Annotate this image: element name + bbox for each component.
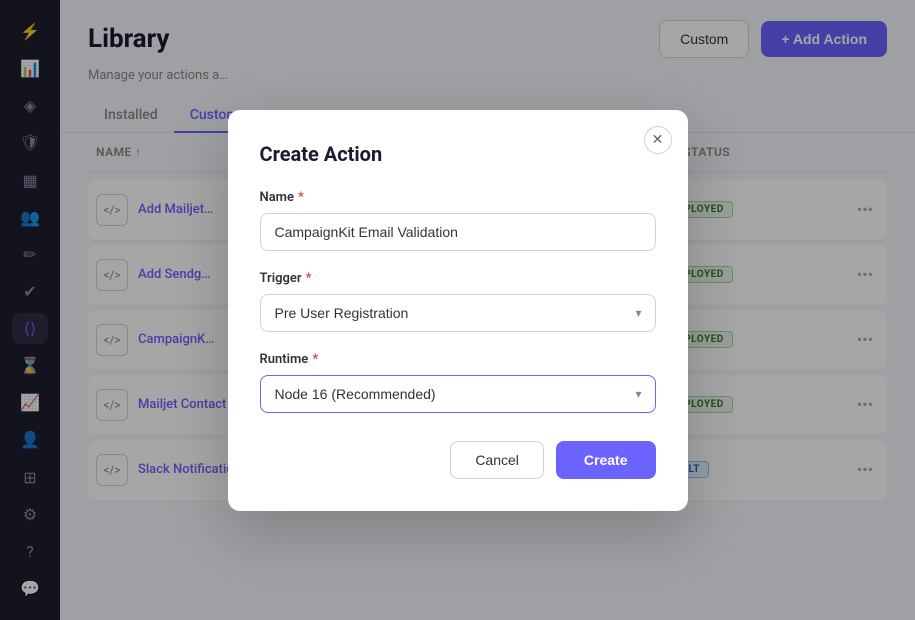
runtime-form-group: Runtime * Node 16 (Recommended) Node 12 …: [260, 352, 656, 413]
create-action-modal: Create Action ✕ Name * Trigger * Pre Use…: [228, 110, 688, 511]
modal-title: Create Action: [260, 142, 656, 166]
required-indicator: *: [306, 271, 312, 286]
name-label: Name *: [260, 190, 656, 205]
runtime-label: Runtime *: [260, 352, 656, 367]
required-indicator: *: [298, 190, 304, 205]
modal-close-button[interactable]: ✕: [644, 126, 672, 154]
runtime-select-wrapper: Node 16 (Recommended) Node 12 Node 18 ▾: [260, 375, 656, 413]
create-button[interactable]: Create: [556, 441, 656, 479]
trigger-select-wrapper: Pre User Registration Post User Registra…: [260, 294, 656, 332]
trigger-select[interactable]: Pre User Registration Post User Registra…: [260, 294, 656, 332]
cancel-button[interactable]: Cancel: [450, 441, 544, 479]
modal-actions: Cancel Create: [260, 441, 656, 479]
name-form-group: Name *: [260, 190, 656, 251]
trigger-form-group: Trigger * Pre User Registration Post Use…: [260, 271, 656, 332]
name-input[interactable]: [260, 213, 656, 251]
runtime-select[interactable]: Node 16 (Recommended) Node 12 Node 18: [260, 375, 656, 413]
trigger-label: Trigger *: [260, 271, 656, 286]
required-indicator: *: [312, 352, 318, 367]
modal-overlay: Create Action ✕ Name * Trigger * Pre Use…: [0, 0, 915, 620]
